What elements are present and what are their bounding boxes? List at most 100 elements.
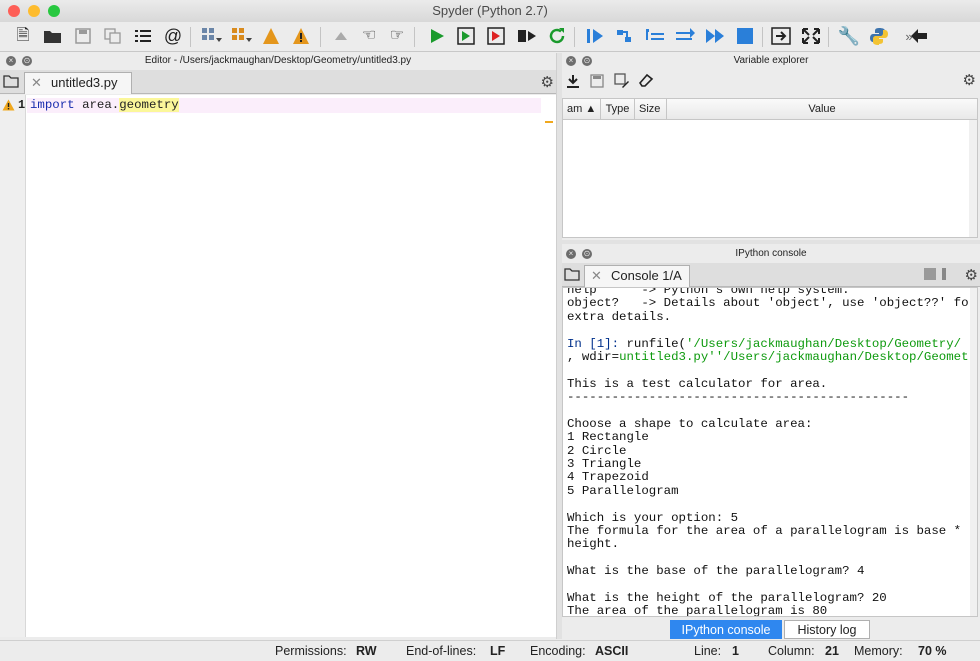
close-pane-icon[interactable]: ×: [566, 249, 576, 259]
undock-pane-icon[interactable]: ⊙: [582, 249, 592, 259]
console-text-span: untitled3.py': [619, 349, 716, 364]
tab-console-1a[interactable]: ✕ Console 1/A: [584, 265, 690, 287]
continue-icon[interactable]: [704, 25, 726, 47]
memory-label: Memory:: [854, 644, 903, 658]
line-gutter: 1: [0, 95, 26, 637]
code-editor[interactable]: 1 import area.geometry: [0, 95, 556, 637]
maximize-icon[interactable]: [260, 25, 282, 47]
warning-icon[interactable]: [2, 99, 15, 111]
scrollbar[interactable]: [969, 120, 977, 237]
open-file-icon[interactable]: [42, 25, 64, 47]
step-into-icon[interactable]: [644, 25, 666, 47]
step-return-icon[interactable]: [674, 25, 696, 47]
console-line: What is the base of the parallelogram? 4: [567, 565, 967, 578]
gear-icon[interactable]: ⚙: [965, 266, 978, 284]
variable-explorer-toolbar: ⚙: [562, 70, 980, 96]
eraser-icon[interactable]: [638, 73, 654, 90]
browse-tabs-icon[interactable]: [3, 74, 19, 91]
save-icon[interactable]: [72, 25, 94, 47]
save-data-icon[interactable]: [590, 74, 604, 91]
undock-pane-icon[interactable]: ⊙: [582, 56, 592, 66]
close-tab-icon[interactable]: ✕: [591, 269, 602, 282]
gear-icon[interactable]: ⚙: [963, 71, 976, 89]
minimize-window-button[interactable]: [28, 5, 40, 17]
fullscreen-icon[interactable]: [800, 25, 822, 47]
column-size[interactable]: Size: [635, 99, 667, 120]
scrollbar[interactable]: [970, 288, 977, 616]
code-highlighted-word: geometry: [119, 98, 179, 112]
console-line: Choose a shape to calculate area:: [567, 417, 967, 431]
run-cell-advance-icon[interactable]: [486, 25, 508, 47]
code-keyword: import: [30, 98, 75, 112]
separator: [942, 268, 946, 280]
save-as-icon[interactable]: [614, 73, 630, 92]
ipython-title: IPython console: [735, 248, 807, 259]
console-line: This is a test calculator for area.: [567, 376, 967, 391]
interrupt-kernel-icon[interactable]: [924, 268, 936, 280]
column-name[interactable]: am ▲: [563, 99, 601, 120]
editor-tab-bar: ✕ untitled3.py ⚙: [0, 70, 556, 94]
run-icon[interactable]: [426, 25, 448, 47]
close-pane-icon[interactable]: ×: [566, 56, 576, 66]
back-icon[interactable]: [908, 25, 930, 47]
scroll-marker: [545, 121, 553, 123]
console-text-span: 4 Trapezoid: [567, 470, 649, 485]
console-text-span: height.: [567, 537, 620, 552]
horizontal-splitter[interactable]: [562, 240, 980, 244]
debug-icon[interactable]: [584, 25, 606, 47]
at-icon[interactable]: @: [162, 25, 184, 47]
outline-icon[interactable]: [132, 25, 154, 47]
memory-value: 70 %: [918, 644, 947, 658]
wrench-icon[interactable]: 🔧: [838, 25, 860, 47]
warning-icon[interactable]: [290, 25, 312, 47]
console-text-span: '/Users/jackmaughan/Desktop/Geometry': [715, 349, 978, 364]
run-cell-icon[interactable]: [456, 25, 478, 47]
rerun-icon[interactable]: [546, 25, 568, 47]
console-text-span: Which is your option: 5: [567, 510, 739, 525]
console-line: extra details.: [567, 310, 967, 324]
column-value[interactable]: Value: [667, 99, 977, 120]
close-window-button[interactable]: [8, 5, 20, 17]
cell-run-icon[interactable]: [230, 25, 252, 47]
editor-header: × ⊙ Editor - /Users/jackmaughan/Desktop/…: [0, 53, 556, 69]
undock-pane-icon[interactable]: ⊙: [22, 56, 32, 66]
save-all-icon[interactable]: [102, 25, 124, 47]
column-type[interactable]: Type: [601, 99, 635, 120]
console-text: help -> Python's own help system. object?…: [567, 288, 977, 616]
zoom-window-button[interactable]: [48, 5, 60, 17]
console-text-span: This is a test calculator for area.: [567, 376, 828, 391]
column-value: 21: [825, 644, 839, 658]
import-data-icon[interactable]: [566, 74, 580, 91]
hand-right-icon[interactable]: ☞: [386, 25, 408, 47]
console-line: Which is your option: 5: [567, 510, 967, 525]
pane-icon[interactable]: [770, 25, 792, 47]
console-line: 3 Triangle: [567, 457, 967, 471]
new-file-icon[interactable]: 🗎: [12, 25, 34, 47]
tab-untitled3[interactable]: ✕ untitled3.py: [24, 72, 132, 94]
close-pane-icon[interactable]: ×: [6, 56, 16, 66]
python-icon[interactable]: [868, 25, 890, 47]
tab-ipython-console[interactable]: IPython console: [670, 620, 782, 639]
console-line: height.: [567, 538, 967, 551]
variable-explorer-table[interactable]: am ▲ Type Size Value: [562, 98, 978, 238]
cell-icon[interactable]: [200, 25, 222, 47]
close-tab-icon[interactable]: ✕: [31, 76, 42, 89]
console-text-span: 2 Circle: [567, 443, 627, 458]
console-text-span: The formula for the area of a parallelog…: [567, 524, 962, 539]
ipython-console-output[interactable]: help -> Python's own help system. object?…: [562, 287, 978, 617]
stop-icon[interactable]: [734, 25, 756, 47]
gear-icon[interactable]: ⚙: [541, 73, 554, 91]
console-text-span: , wdir=: [567, 349, 620, 364]
hand-left-icon[interactable]: ☜: [358, 25, 380, 47]
up-arrow-icon[interactable]: [330, 25, 352, 47]
run-selection-icon[interactable]: [516, 25, 538, 47]
console-text-span: In [1]:: [567, 336, 627, 351]
editor-title: Editor - /Users/jackmaughan/Desktop/Geom…: [144, 55, 412, 66]
permissions-label: Permissions:: [275, 644, 347, 658]
tab-history-log[interactable]: History log: [784, 620, 870, 639]
step-icon[interactable]: [614, 25, 636, 47]
browse-tabs-icon[interactable]: [564, 267, 580, 284]
console-line: ----------------------------------------…: [567, 390, 967, 404]
